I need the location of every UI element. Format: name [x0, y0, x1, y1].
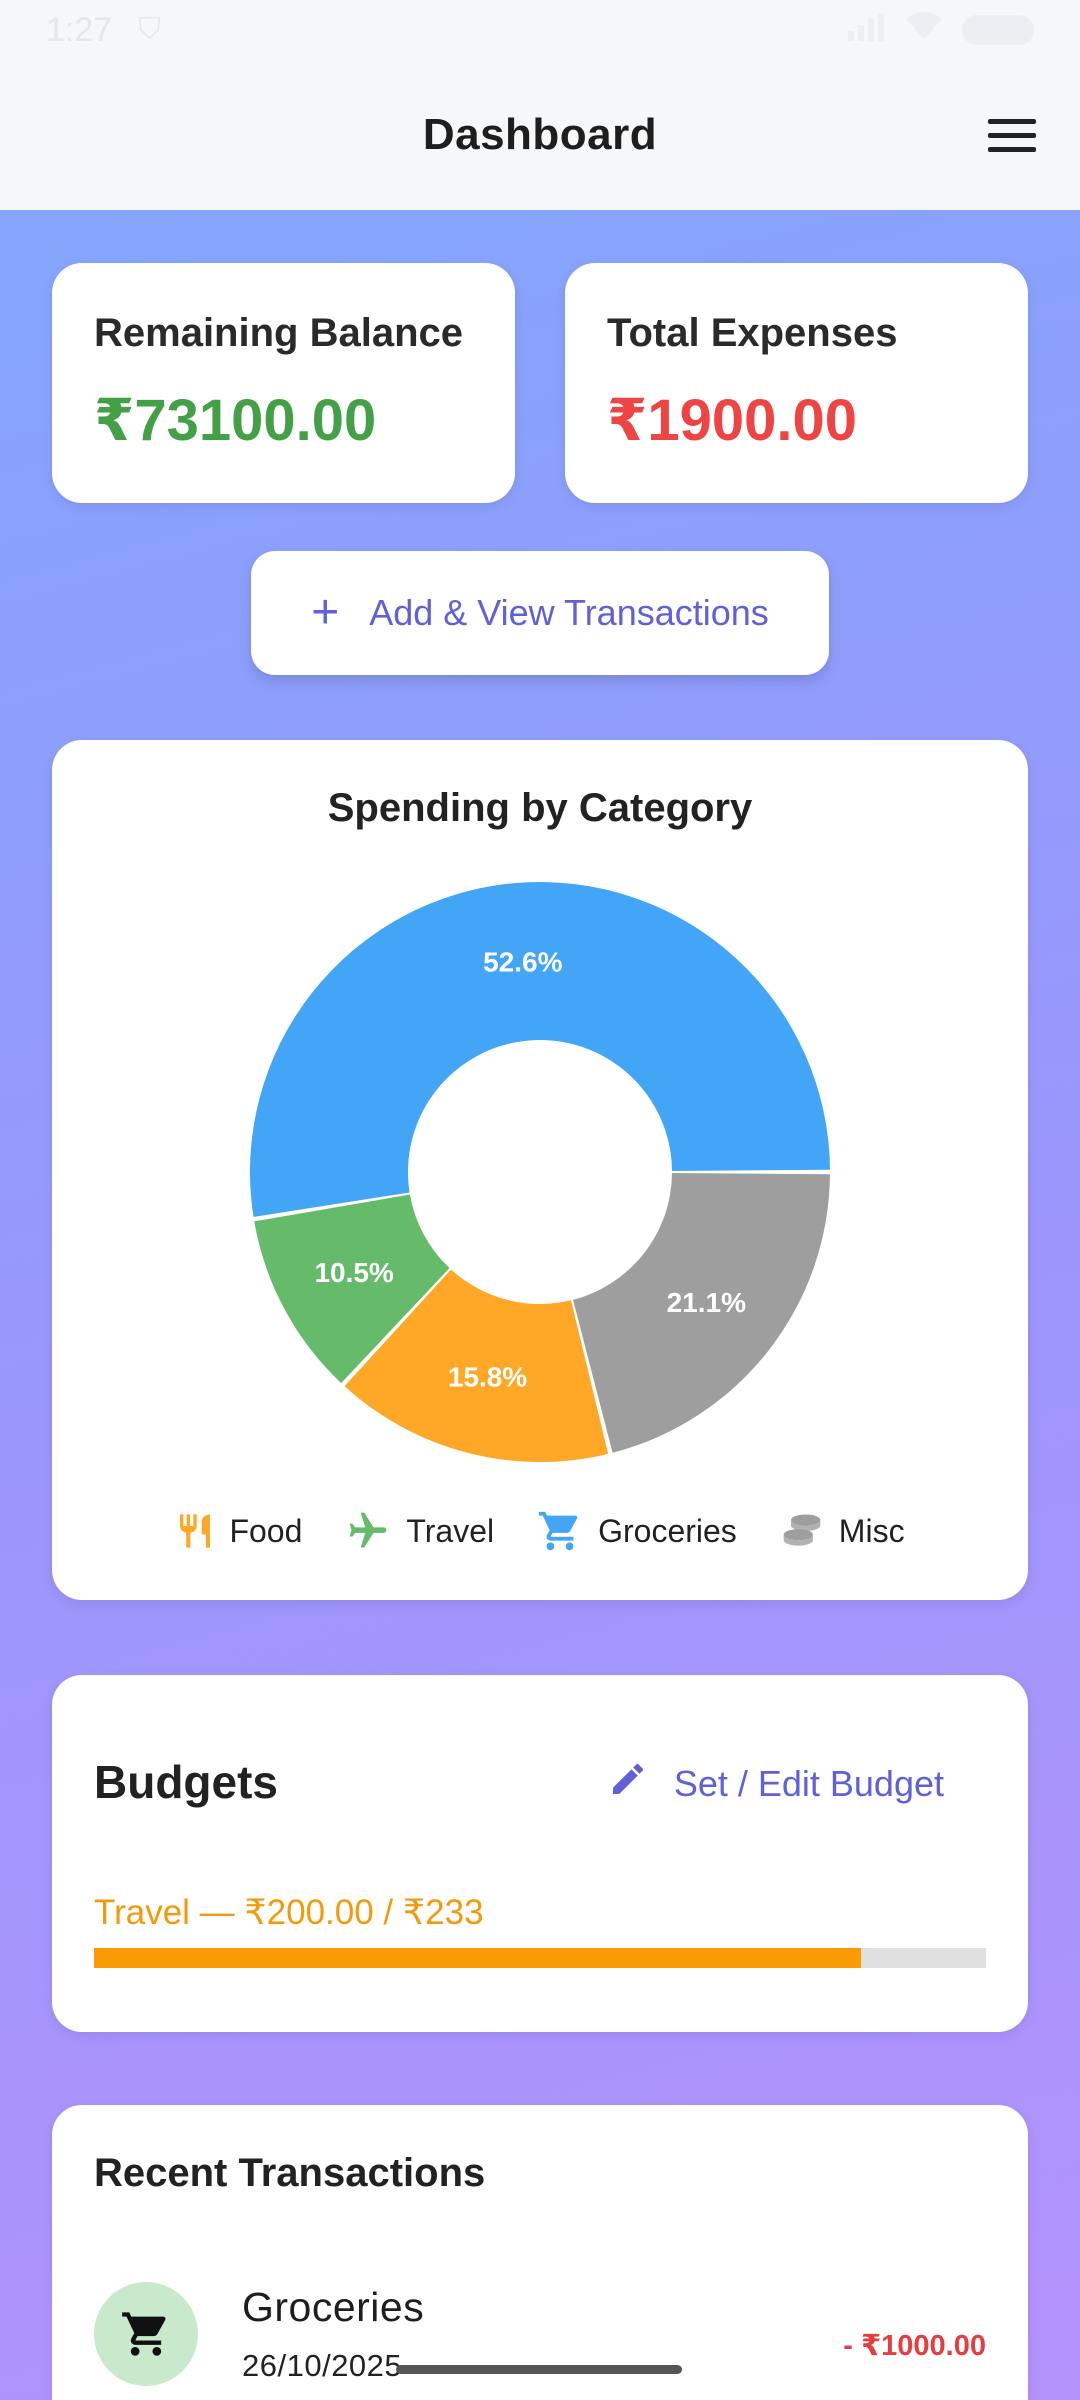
status-icons: [846, 11, 1034, 50]
legend-label: Food: [229, 1512, 303, 1549]
page-title: Dashboard: [422, 110, 658, 159]
transaction-amount: - ₹1000.00: [843, 2330, 986, 2362]
slice-label-travel: 10.5%: [314, 1257, 393, 1288]
menu-icon[interactable]: [984, 107, 1040, 163]
balance-card: Remaining Balance ₹73100.00: [52, 263, 515, 503]
budgets-card: Budgets Set / Edit Budget Travel — ₹200.…: [52, 1675, 1028, 2032]
legend-item-food: Food: [175, 1509, 302, 1553]
balance-value: ₹73100.00: [94, 388, 377, 453]
expenses-value: ₹1900.00: [607, 388, 858, 453]
battery-icon: [962, 15, 1034, 45]
set-edit-budget-label: Set / Edit Budget: [673, 1762, 944, 1804]
add-view-transactions-label: Add & View Transactions: [369, 592, 769, 633]
transaction-name: Groceries: [242, 2284, 425, 2330]
wifi-icon: [904, 11, 944, 50]
legend-label: Misc: [838, 1512, 905, 1549]
legend-label: Travel: [406, 1512, 495, 1549]
balance-label: Remaining Balance: [94, 311, 464, 355]
cart-icon: [536, 1508, 584, 1554]
donut-chart: 21.1% 15.8% 10.5% 52.6%: [249, 881, 830, 1462]
expenses-label: Total Expenses: [607, 311, 898, 355]
budget-travel-progress: [94, 1948, 986, 1968]
signal-icon: [846, 11, 886, 50]
transaction-date: 26/10/2025: [242, 2348, 403, 2383]
legend-label: Groceries: [598, 1512, 737, 1549]
budgets-title: Budgets: [94, 1756, 278, 1808]
coins-icon: [779, 1509, 825, 1553]
add-view-transactions-button[interactable]: + Add & View Transactions: [251, 551, 829, 675]
pencil-icon: [608, 1759, 648, 1808]
cart-icon: [94, 2282, 198, 2386]
airplane-icon: [344, 1509, 392, 1553]
plus-icon: +: [311, 586, 340, 639]
spending-chart-card: Spending by Category 21.1% 15.8% 10.5% 52.6…: [52, 740, 1028, 1600]
slice-groceries: [249, 881, 830, 1217]
status-time: 1:27: [46, 10, 113, 49]
expenses-card: Total Expenses ₹1900.00: [565, 263, 1028, 503]
recent-transactions-title: Recent Transactions: [94, 2151, 486, 2195]
slice-label-groceries: 52.6%: [483, 947, 562, 978]
set-edit-budget-button[interactable]: Set / Edit Budget: [608, 1759, 944, 1808]
budget-travel-label: Travel — ₹200.00 / ₹233: [94, 1893, 484, 1932]
shield-icon: ⛉: [138, 13, 161, 46]
chart-legend: Food Travel Groceries Misc: [52, 1508, 1028, 1554]
slice-label-food: 15.8%: [448, 1361, 527, 1392]
legend-item-travel: Travel: [344, 1509, 494, 1553]
home-indicator[interactable]: [396, 2365, 682, 2374]
legend-item-misc: Misc: [779, 1509, 905, 1553]
recent-transactions-card: Recent Transactions Groceries 26/10/2025…: [52, 2105, 1028, 2400]
legend-item-groceries: Groceries: [536, 1508, 737, 1554]
app-bar: Dashboard: [0, 60, 1080, 210]
status-bar: 1:27 ⛉: [0, 0, 1080, 60]
budget-progress-fill: [94, 1948, 862, 1968]
slice-label-misc: 21.1%: [667, 1287, 746, 1318]
fork-knife-icon: [175, 1509, 215, 1553]
